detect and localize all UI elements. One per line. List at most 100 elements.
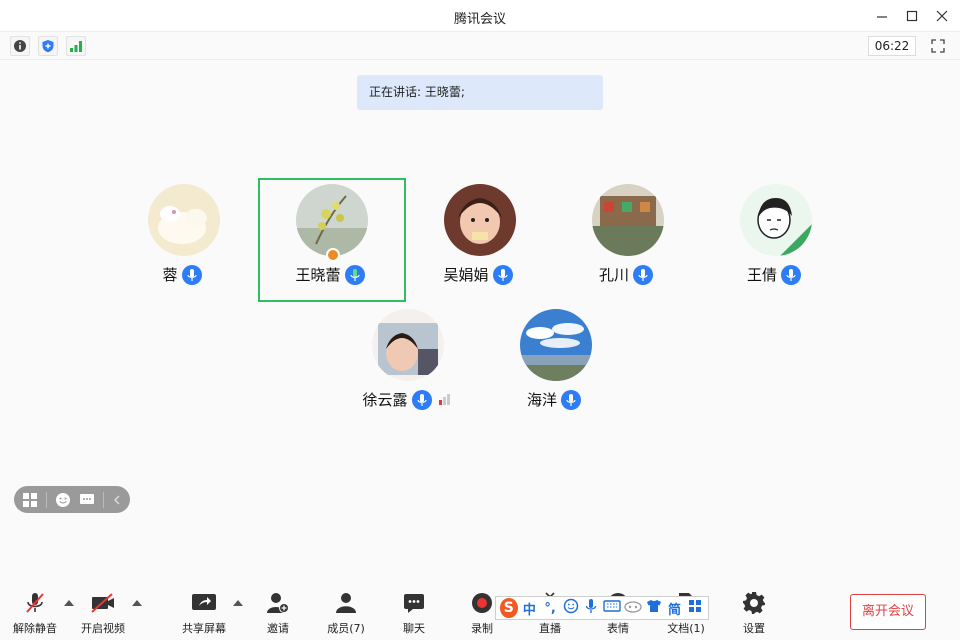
microphone-icon <box>411 389 432 410</box>
ime-keyboard-icon[interactable] <box>603 599 621 617</box>
start-video-button[interactable]: 开启视频 <box>73 590 133 638</box>
ime-toolbar: S 中 °, 简 <box>495 596 709 620</box>
leave-meeting-button[interactable]: 离开会议 <box>850 594 926 630</box>
invite-button[interactable]: 邀请 <box>248 590 308 638</box>
minimize-button[interactable] <box>870 6 894 26</box>
microphone-muted-icon <box>26 593 44 613</box>
add-user-icon <box>267 593 289 613</box>
security-button[interactable] <box>38 36 58 56</box>
participant-name: 蓉 <box>162 266 178 284</box>
reaction-button[interactable] <box>55 491 71 509</box>
title-bar: 腾讯会议 <box>0 0 960 32</box>
ime-punctuation-mode[interactable]: °, <box>541 601 559 616</box>
share-screen-icon <box>192 594 216 610</box>
chevron-left-icon <box>113 495 120 504</box>
live-label: 直播 <box>539 622 561 635</box>
meeting-info-bar: 06:22 <box>0 32 960 60</box>
maximize-icon <box>906 10 918 22</box>
host-icon <box>326 248 340 262</box>
start-video-label: 开启视频 <box>81 622 125 635</box>
members-button[interactable]: 成员(7) <box>316 590 376 638</box>
sogou-logo-icon[interactable]: S <box>500 598 518 618</box>
participant-tile[interactable]: 蓉 <box>122 184 242 294</box>
maximize-button[interactable] <box>900 6 924 26</box>
ime-toolbox-icon[interactable] <box>624 599 642 617</box>
participant-tile[interactable]: 王倩 <box>714 184 834 294</box>
microphone-icon <box>633 264 653 285</box>
close-icon <box>936 10 948 22</box>
video-options-caret[interactable] <box>132 600 142 606</box>
network-status-button[interactable] <box>66 36 86 56</box>
share-screen-label: 共享屏幕 <box>182 622 226 635</box>
avatar <box>520 309 592 381</box>
share-screen-button[interactable]: 共享屏幕 <box>174 590 234 638</box>
window-title: 腾讯会议 <box>453 12 506 27</box>
floating-tool-panel <box>14 486 130 513</box>
settings-button[interactable]: 设置 <box>724 590 784 638</box>
participant-tile[interactable]: 海洋 <box>494 309 614 419</box>
emoji-label: 表情 <box>607 622 629 635</box>
camera-off-icon <box>91 593 114 613</box>
collapse-panel-button[interactable] <box>111 491 122 509</box>
fullscreen-button[interactable] <box>928 36 948 56</box>
chat-bubble-icon <box>79 493 94 504</box>
grid-icon <box>23 492 37 507</box>
participant-tile[interactable]: 王晓蕾 <box>270 184 390 294</box>
divider <box>46 491 47 508</box>
record-icon <box>472 593 492 613</box>
unmute-label: 解除静音 <box>13 622 57 635</box>
fullscreen-icon <box>931 39 945 53</box>
ime-voice-icon[interactable] <box>583 598 601 618</box>
microphone-active-icon <box>344 264 365 285</box>
meeting-timer: 06:22 <box>868 36 916 56</box>
record-label: 录制 <box>471 622 493 635</box>
window-controls <box>870 6 954 26</box>
invite-label: 邀请 <box>267 622 289 635</box>
avatar <box>148 184 220 256</box>
participant-tile[interactable]: 孔川 <box>566 184 686 294</box>
ime-emoji-icon[interactable] <box>562 598 580 618</box>
participant-name: 徐云露 <box>362 391 408 409</box>
bottom-toolbar: 解除静音 开启视频 共享屏幕 邀请 成员(7) 聊天 录制 直播 表情 文档(1… <box>0 586 960 640</box>
ime-menu-icon[interactable] <box>686 599 704 617</box>
signal-icon <box>70 41 82 52</box>
avatar <box>296 184 368 256</box>
participant-name: 海洋 <box>526 391 557 409</box>
participant-name: 王晓蕾 <box>295 266 341 284</box>
avatar <box>592 184 664 256</box>
unmute-button[interactable]: 解除静音 <box>5 590 65 638</box>
chat-label: 聊天 <box>403 622 425 635</box>
participant-tile[interactable]: 徐云露 <box>346 309 466 419</box>
settings-label: 设置 <box>743 622 765 635</box>
ime-simplified-mode[interactable]: 简 <box>666 599 684 618</box>
documents-label: 文档(1) <box>667 622 705 635</box>
microphone-icon <box>181 264 202 285</box>
weak-signal-icon <box>438 394 450 405</box>
microphone-icon <box>781 264 801 285</box>
participant-name: 吴娟娟 <box>443 266 489 284</box>
microphone-icon <box>561 389 581 410</box>
chat-button[interactable]: 聊天 <box>384 590 444 638</box>
close-button[interactable] <box>930 6 954 26</box>
layout-button[interactable] <box>22 491 38 509</box>
participant-name: 王倩 <box>746 266 777 284</box>
meeting-info-button[interactable] <box>10 36 30 56</box>
ime-chinese-mode[interactable]: 中 <box>521 599 539 618</box>
chat-bubble-button[interactable] <box>79 491 95 509</box>
info-icon <box>14 40 26 52</box>
speaking-indicator: 正在讲话: 王晓蕾; <box>357 75 603 110</box>
chat-icon <box>404 594 424 613</box>
gear-icon <box>743 592 765 614</box>
divider <box>102 491 104 508</box>
participant-name: 孔川 <box>598 266 629 284</box>
ime-skin-icon[interactable] <box>645 599 663 617</box>
avatar <box>444 184 516 256</box>
smile-icon <box>55 492 70 507</box>
share-options-caret[interactable] <box>233 600 243 606</box>
members-icon <box>336 593 356 613</box>
members-label: 成员(7) <box>327 622 365 635</box>
participant-tile[interactable]: 吴娟娟 <box>418 184 538 294</box>
avatar <box>372 309 444 381</box>
minimize-icon <box>877 16 887 18</box>
avatar <box>740 184 812 256</box>
